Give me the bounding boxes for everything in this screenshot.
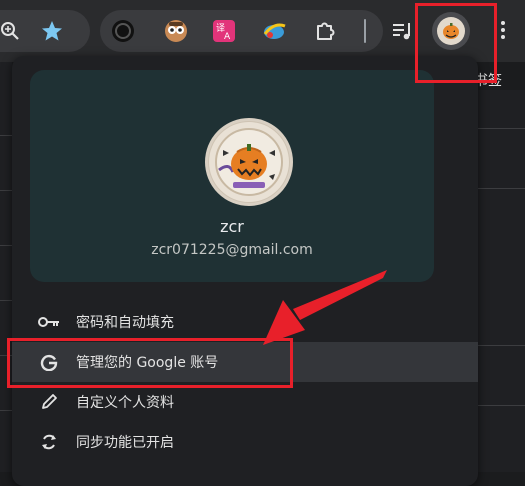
profile-name: zcr	[220, 217, 244, 236]
pumpkin-avatar-icon	[209, 122, 289, 202]
menu-item-label: 密码和自动填充	[76, 315, 174, 331]
translate-icon[interactable]: 译A	[208, 15, 240, 47]
extension-face-icon[interactable]	[160, 15, 192, 47]
sync-icon	[38, 431, 60, 453]
divider	[0, 410, 12, 411]
divider	[478, 345, 525, 346]
key-icon	[38, 311, 60, 333]
ie-tab-icon[interactable]	[258, 15, 290, 47]
svg-text:A: A	[224, 32, 231, 42]
menu-item-sync[interactable]: 同步功能已开启	[12, 422, 478, 462]
zoom-icon[interactable]	[0, 15, 26, 47]
toolbar-separator	[364, 19, 366, 43]
divider	[0, 190, 12, 191]
profile-email: zcr071225@gmail.com	[151, 242, 313, 258]
profile-avatar	[205, 118, 293, 206]
divider	[478, 128, 525, 129]
bookmark-star-icon[interactable]	[36, 15, 68, 47]
divider	[478, 188, 525, 189]
profile-card: zcr zcr071225@gmail.com	[30, 70, 434, 282]
extensions-puzzle-icon[interactable]	[309, 15, 341, 47]
menu-item-passwords[interactable]: 密码和自动填充	[12, 302, 478, 342]
profile-menu-popup: zcr zcr071225@gmail.com 密码和自动填充 管理您的 Goo…	[12, 56, 478, 486]
annotation-highlight-manage-account	[7, 338, 293, 388]
extension-circle-icon[interactable]	[107, 15, 139, 47]
divider	[0, 245, 12, 246]
more-menu-icon[interactable]	[500, 18, 506, 44]
annotation-highlight-avatar	[415, 3, 497, 83]
divider	[0, 135, 12, 136]
menu-item-label: 自定义个人资料	[76, 395, 174, 411]
menu-item-label: 同步功能已开启	[76, 435, 174, 451]
page-background-right	[478, 90, 525, 472]
media-control-icon[interactable]	[386, 15, 418, 47]
menu-item-customize-profile[interactable]: 自定义个人资料	[12, 382, 478, 422]
divider	[478, 405, 525, 406]
pencil-icon	[38, 391, 60, 413]
divider	[0, 300, 12, 301]
